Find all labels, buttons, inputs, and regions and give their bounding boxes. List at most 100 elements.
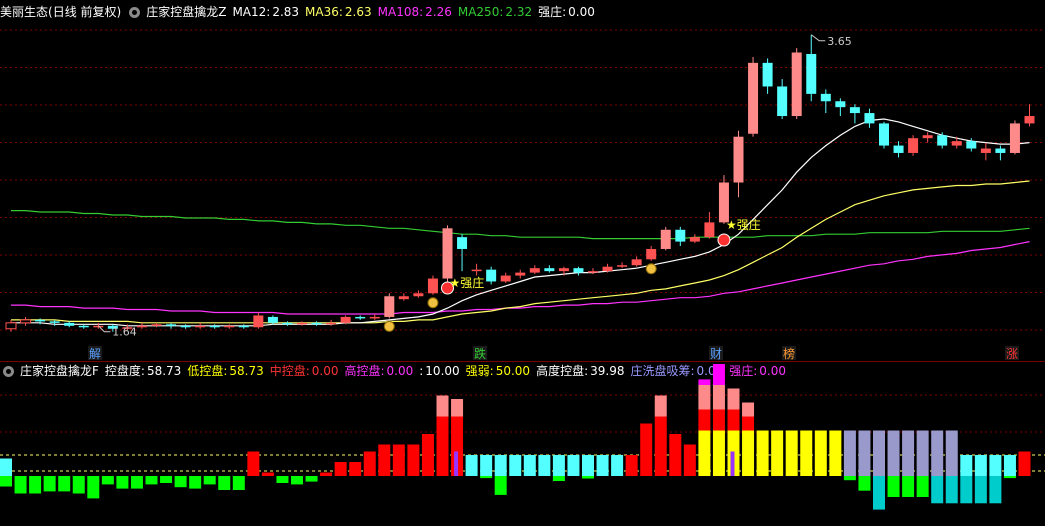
candle-body xyxy=(646,248,657,260)
candle xyxy=(471,263,482,276)
bar-negative-segment xyxy=(945,476,958,504)
bar-segment xyxy=(276,476,289,483)
candle-body xyxy=(602,266,613,272)
control-bar xyxy=(989,455,1002,504)
bar-segment xyxy=(421,434,434,476)
bar-segment xyxy=(712,409,725,431)
candle-body xyxy=(631,259,642,266)
control-bar xyxy=(58,476,71,492)
high-price-label: 3.65 xyxy=(827,35,852,48)
money-bag-icon xyxy=(645,263,657,275)
candle-body xyxy=(369,316,380,319)
candle xyxy=(617,262,628,269)
bar-segment xyxy=(800,430,813,476)
bar-segment xyxy=(392,444,405,476)
candle xyxy=(588,268,598,275)
control-bar xyxy=(43,476,56,492)
event-tag: 解 xyxy=(88,346,102,361)
candle-body xyxy=(297,322,307,325)
bar-segment xyxy=(945,430,958,476)
candle xyxy=(515,269,526,279)
bar-segment xyxy=(349,462,362,476)
candle-body xyxy=(864,113,875,124)
control-bar xyxy=(232,476,245,490)
bar-segment xyxy=(538,455,551,476)
candle xyxy=(457,234,468,272)
control-bar xyxy=(814,430,827,476)
candle-body xyxy=(35,319,46,322)
candle-body xyxy=(762,62,773,87)
bar-segment xyxy=(552,455,565,476)
bar-segment xyxy=(625,455,638,476)
bar-segment xyxy=(305,476,318,482)
bar-segment xyxy=(712,364,725,385)
candle-body xyxy=(748,62,759,134)
bar-segment xyxy=(436,416,449,476)
bar-segment xyxy=(902,430,915,476)
bar-segment xyxy=(101,476,114,485)
bar-segment xyxy=(756,430,769,476)
bar-segment xyxy=(931,430,944,476)
control-bar xyxy=(291,476,303,485)
candle xyxy=(195,322,206,329)
control-bar xyxy=(596,455,609,476)
bar-segment xyxy=(0,458,12,476)
bar-negative-segment xyxy=(480,476,493,479)
control-bar xyxy=(363,451,376,476)
control-bar xyxy=(29,476,42,494)
candle xyxy=(675,226,686,247)
control-bar xyxy=(523,455,536,476)
bar-segment xyxy=(87,476,100,499)
bar-segment xyxy=(29,476,42,494)
bar-segment xyxy=(698,385,711,410)
candle xyxy=(136,322,147,329)
bar-negative-segment xyxy=(916,476,929,497)
purple-marker-bar xyxy=(730,451,735,476)
candle-body xyxy=(457,237,468,249)
bar-segment xyxy=(698,430,711,476)
bar-negative-segment xyxy=(931,476,944,504)
bar-segment xyxy=(814,430,827,476)
bar-segment xyxy=(203,476,216,485)
candle xyxy=(748,56,759,137)
control-bar xyxy=(712,364,725,476)
bar-negative-segment xyxy=(960,476,973,504)
bar-segment xyxy=(785,430,798,476)
bar-segment xyxy=(712,430,725,476)
candle xyxy=(282,321,293,326)
candle-body xyxy=(515,272,526,276)
control-bar xyxy=(669,434,682,476)
candle-body xyxy=(49,321,60,323)
candle-body xyxy=(384,296,395,317)
candle xyxy=(1009,120,1020,155)
event-tag: 涨 xyxy=(1005,346,1019,361)
control-bar xyxy=(552,455,565,482)
signal-strong-label: ★强庄 xyxy=(450,275,485,290)
candle-body xyxy=(558,268,569,272)
candle xyxy=(777,79,788,119)
candle-body xyxy=(820,93,831,102)
bar-segment xyxy=(596,455,609,476)
control-bar xyxy=(960,455,973,504)
bar-negative-segment xyxy=(902,476,915,497)
candle xyxy=(369,313,380,320)
bar-segment xyxy=(640,423,653,476)
candle-body xyxy=(166,324,177,326)
stock-chart[interactable]: 3.65 1.64 ★强庄 ★强庄解 跌 财 榜 涨 xyxy=(0,0,1045,526)
candle-body xyxy=(806,53,817,94)
control-bar xyxy=(509,455,522,476)
control-bar xyxy=(465,455,478,476)
signal-ball-icon xyxy=(717,233,731,247)
bar-segment xyxy=(960,455,973,476)
bar-segment xyxy=(261,472,274,476)
event-tag: 榜 xyxy=(782,346,796,361)
control-bar xyxy=(334,462,347,476)
candle-body xyxy=(486,269,497,282)
candle xyxy=(544,265,555,273)
candle-body xyxy=(427,278,438,294)
signal-strong-label: ★强庄 xyxy=(726,217,761,232)
bar-segment xyxy=(974,455,987,476)
candle xyxy=(820,89,831,114)
candle-body xyxy=(253,315,264,328)
candle xyxy=(733,130,744,198)
